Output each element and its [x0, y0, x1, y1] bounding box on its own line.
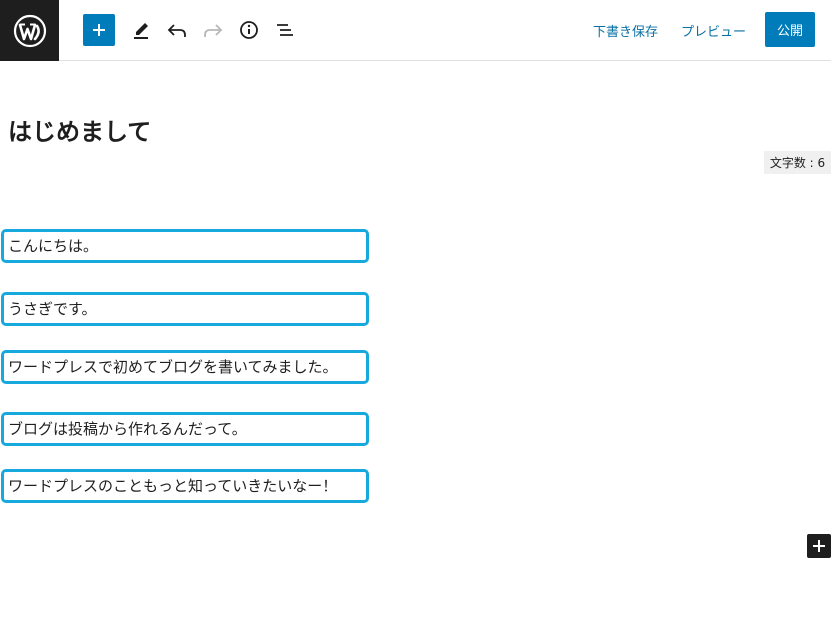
post-title[interactable]: はじめまして	[8, 112, 151, 147]
wordpress-logo-icon[interactable]	[0, 0, 59, 61]
redo-button[interactable]	[201, 18, 225, 42]
save-draft-button[interactable]: 下書き保存	[593, 21, 658, 40]
paragraph-block[interactable]: こんにちは。	[1, 229, 369, 263]
paragraph-block[interactable]: ブログは投稿から作れるんだって。	[1, 412, 369, 446]
list-view-button[interactable]	[273, 18, 297, 42]
pencil-icon	[134, 23, 148, 39]
info-icon	[240, 21, 258, 39]
add-block-button[interactable]	[807, 534, 831, 558]
character-count-badge: 文字数 : 6	[764, 151, 831, 174]
block-inserter-button[interactable]	[83, 14, 115, 46]
redo-icon	[204, 24, 223, 37]
preview-button[interactable]: プレビュー	[681, 21, 746, 40]
plus-icon	[93, 24, 105, 36]
editor-header: 下書き保存 プレビュー 公開	[0, 0, 831, 61]
details-button[interactable]	[237, 18, 261, 42]
paragraph-block[interactable]: うさぎです。	[1, 292, 369, 326]
edit-tool-button[interactable]	[129, 18, 153, 42]
paragraph-block[interactable]: ワードプレスで初めてブログを書いてみました。	[1, 350, 369, 384]
plus-icon	[813, 540, 825, 552]
paragraph-block[interactable]: ワードプレスのこともっと知っていきたいなー！	[1, 469, 369, 503]
publish-button[interactable]: 公開	[765, 12, 815, 47]
undo-button[interactable]	[165, 18, 189, 42]
undo-icon	[167, 24, 186, 37]
list-view-icon	[277, 24, 293, 36]
